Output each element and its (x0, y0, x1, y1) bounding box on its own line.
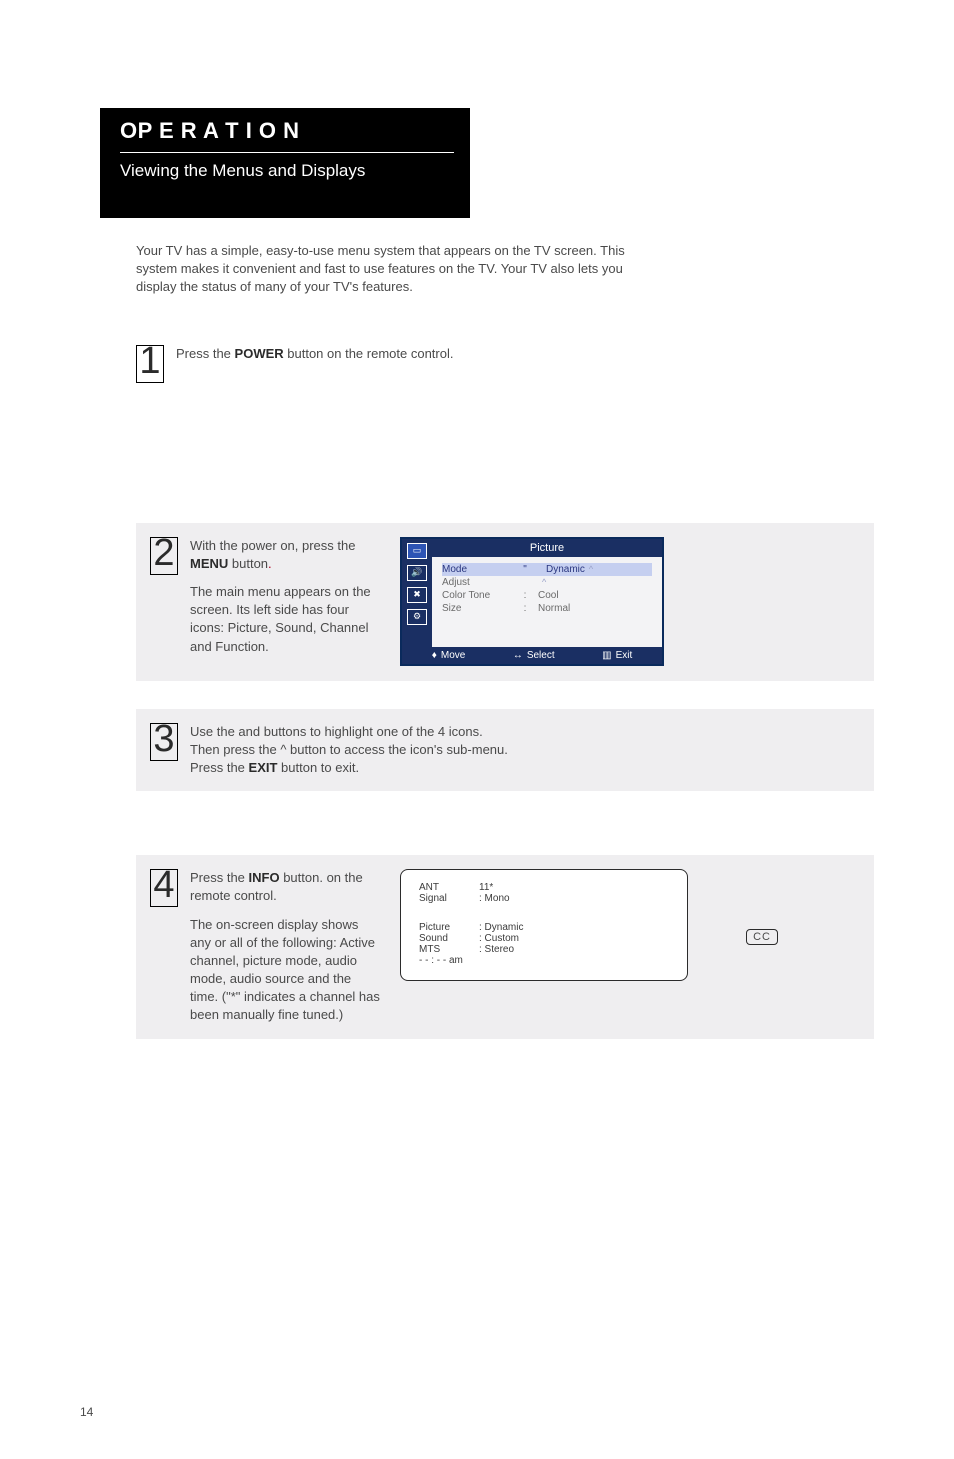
footer-select: Select (527, 650, 555, 661)
content-area: Your TV has a simple, easy-to-use menu s… (136, 242, 874, 1039)
osd-sep: : (520, 590, 530, 601)
text: button to exit. (277, 760, 359, 775)
osd-icon-column: ▭ 🔊 ✖ ⚙ (402, 539, 432, 647)
info-key: ANT (419, 882, 479, 893)
osd-key: Color Tone (442, 590, 512, 601)
info-bottom: Picture : Dynamic Sound : Custom MTS : S… (419, 922, 669, 966)
info-osd: ANT 11* Signal : Mono Picture : Dynamic (400, 869, 688, 981)
osd-key: Size (442, 603, 512, 614)
osd-sep: : (520, 603, 530, 614)
text: Press the (190, 760, 249, 775)
info-row: - - : - - am (419, 955, 669, 966)
osd-sep: " (520, 564, 530, 575)
step-number: 3 (150, 723, 178, 761)
osd-sep (520, 577, 530, 588)
osd-row-adjust: Adjust ^ (442, 576, 652, 589)
text: Press the (190, 870, 249, 885)
info-row: Signal : Mono (419, 893, 669, 904)
info-row: MTS : Stereo (419, 944, 669, 955)
picture-icon: ▭ (407, 543, 427, 559)
info-val: : Mono (479, 893, 669, 904)
info-key: Sound (419, 933, 479, 944)
step-4: 4 Press the INFO button. on the remote c… (136, 855, 874, 1039)
sound-icon: 🔊 (407, 565, 427, 581)
step-number: 4 (150, 869, 178, 907)
text: button (228, 556, 268, 571)
section-title: OP E R A T I O N (120, 118, 454, 153)
channel-icon: ✖ (407, 587, 427, 603)
menu-icon: ▥ (602, 650, 611, 661)
section-subtitle: Viewing the Menus and Displays (120, 161, 454, 181)
step-3-text: Use the and buttons to highlight one of … (190, 723, 508, 778)
bold: MENU (190, 556, 228, 571)
step-4-text: Press the INFO button. on the remote con… (190, 869, 380, 1025)
osd-row-colortone: Color Tone : Cool (442, 589, 652, 602)
text: Press the (176, 346, 235, 361)
osd-val: Dynamic (546, 564, 585, 575)
osd-val: Cool (538, 590, 652, 601)
text: buttons to highlight one of the 4 icons. (264, 724, 483, 739)
info-key: MTS (419, 944, 479, 955)
osd-key: Adjust (442, 577, 512, 588)
step-number: 2 (150, 537, 178, 575)
page-number: 14 (80, 1405, 93, 1419)
step-number: 1 (136, 345, 164, 383)
osd-footer: ♦ Move ↔ Select ▥ Exit (402, 647, 662, 664)
text: With the power on, press the (190, 538, 355, 553)
info-val (463, 955, 669, 966)
osd-row-size: Size : Normal (442, 602, 652, 615)
osd-row-mode: Mode " Dynamic^ (442, 563, 652, 576)
bold: EXIT (249, 760, 278, 775)
info-val: : Custom (479, 933, 669, 944)
text: The main menu appears on the screen. Its… (190, 583, 380, 656)
step-1: 1 Press the POWER button on the remote c… (136, 345, 874, 385)
info-val: 11* (479, 882, 669, 893)
osd-screenshot: ▭ 🔊 ✖ ⚙ Picture Mode " Dynamic^ (400, 537, 664, 666)
info-row: Sound : Custom (419, 933, 669, 944)
info-val: : Dynamic (479, 922, 669, 933)
arrow-left-icon (538, 564, 546, 574)
arrow-right-icon: ^ (585, 564, 597, 574)
info-key: - - : - - am (419, 955, 463, 966)
step-1-text: Press the POWER button on the remote con… (176, 345, 453, 363)
osd-menu: ▭ 🔊 ✖ ⚙ Picture Mode " Dynamic^ (400, 537, 664, 666)
osd-title: Picture (432, 539, 662, 557)
osd-key: Mode (442, 564, 512, 575)
info-row: ANT 11* (419, 882, 669, 893)
leftright-icon: ↔ (513, 650, 523, 661)
info-row: Picture : Dynamic (419, 922, 669, 933)
arrow-right-icon: ^ (538, 577, 550, 587)
text: and (238, 724, 263, 739)
updown-icon: ♦ (432, 650, 437, 661)
red-dot: . (268, 556, 272, 571)
info-val: : Stereo (479, 944, 669, 955)
text: The on-screen display shows any or all o… (190, 916, 380, 1025)
step-2: 2 With the power on, press the MENU butt… (136, 523, 874, 681)
text: Then press the ^ button to access the ic… (190, 741, 508, 759)
osd-rows: Mode " Dynamic^ Adjust ^ (432, 557, 662, 647)
intro-text: Your TV has a simple, easy-to-use menu s… (136, 242, 656, 297)
info-key: Picture (419, 922, 479, 933)
step-3: 3 Use the and buttons to highlight one o… (136, 709, 874, 792)
info-osd-screenshot: ANT 11* Signal : Mono Picture : Dynamic (400, 869, 688, 981)
page: OP E R A T I O N Viewing the Menus and D… (0, 108, 954, 1459)
text: button on the remote control. (284, 346, 454, 361)
footer-exit: Exit (616, 650, 633, 661)
function-icon: ⚙ (407, 609, 427, 625)
spacer (136, 819, 874, 855)
section-header: OP E R A T I O N Viewing the Menus and D… (100, 108, 470, 218)
info-key: Signal (419, 893, 479, 904)
info-top: ANT 11* Signal : Mono (419, 882, 669, 904)
bold: INFO (249, 870, 280, 885)
cc-badge: CC (746, 929, 778, 945)
bold: POWER (235, 346, 284, 361)
spacer (136, 413, 874, 523)
step-2-text: With the power on, press the MENU button… (190, 537, 380, 656)
osd-val: Normal (538, 603, 652, 614)
footer-move: Move (441, 650, 465, 661)
text: Use the (190, 724, 238, 739)
